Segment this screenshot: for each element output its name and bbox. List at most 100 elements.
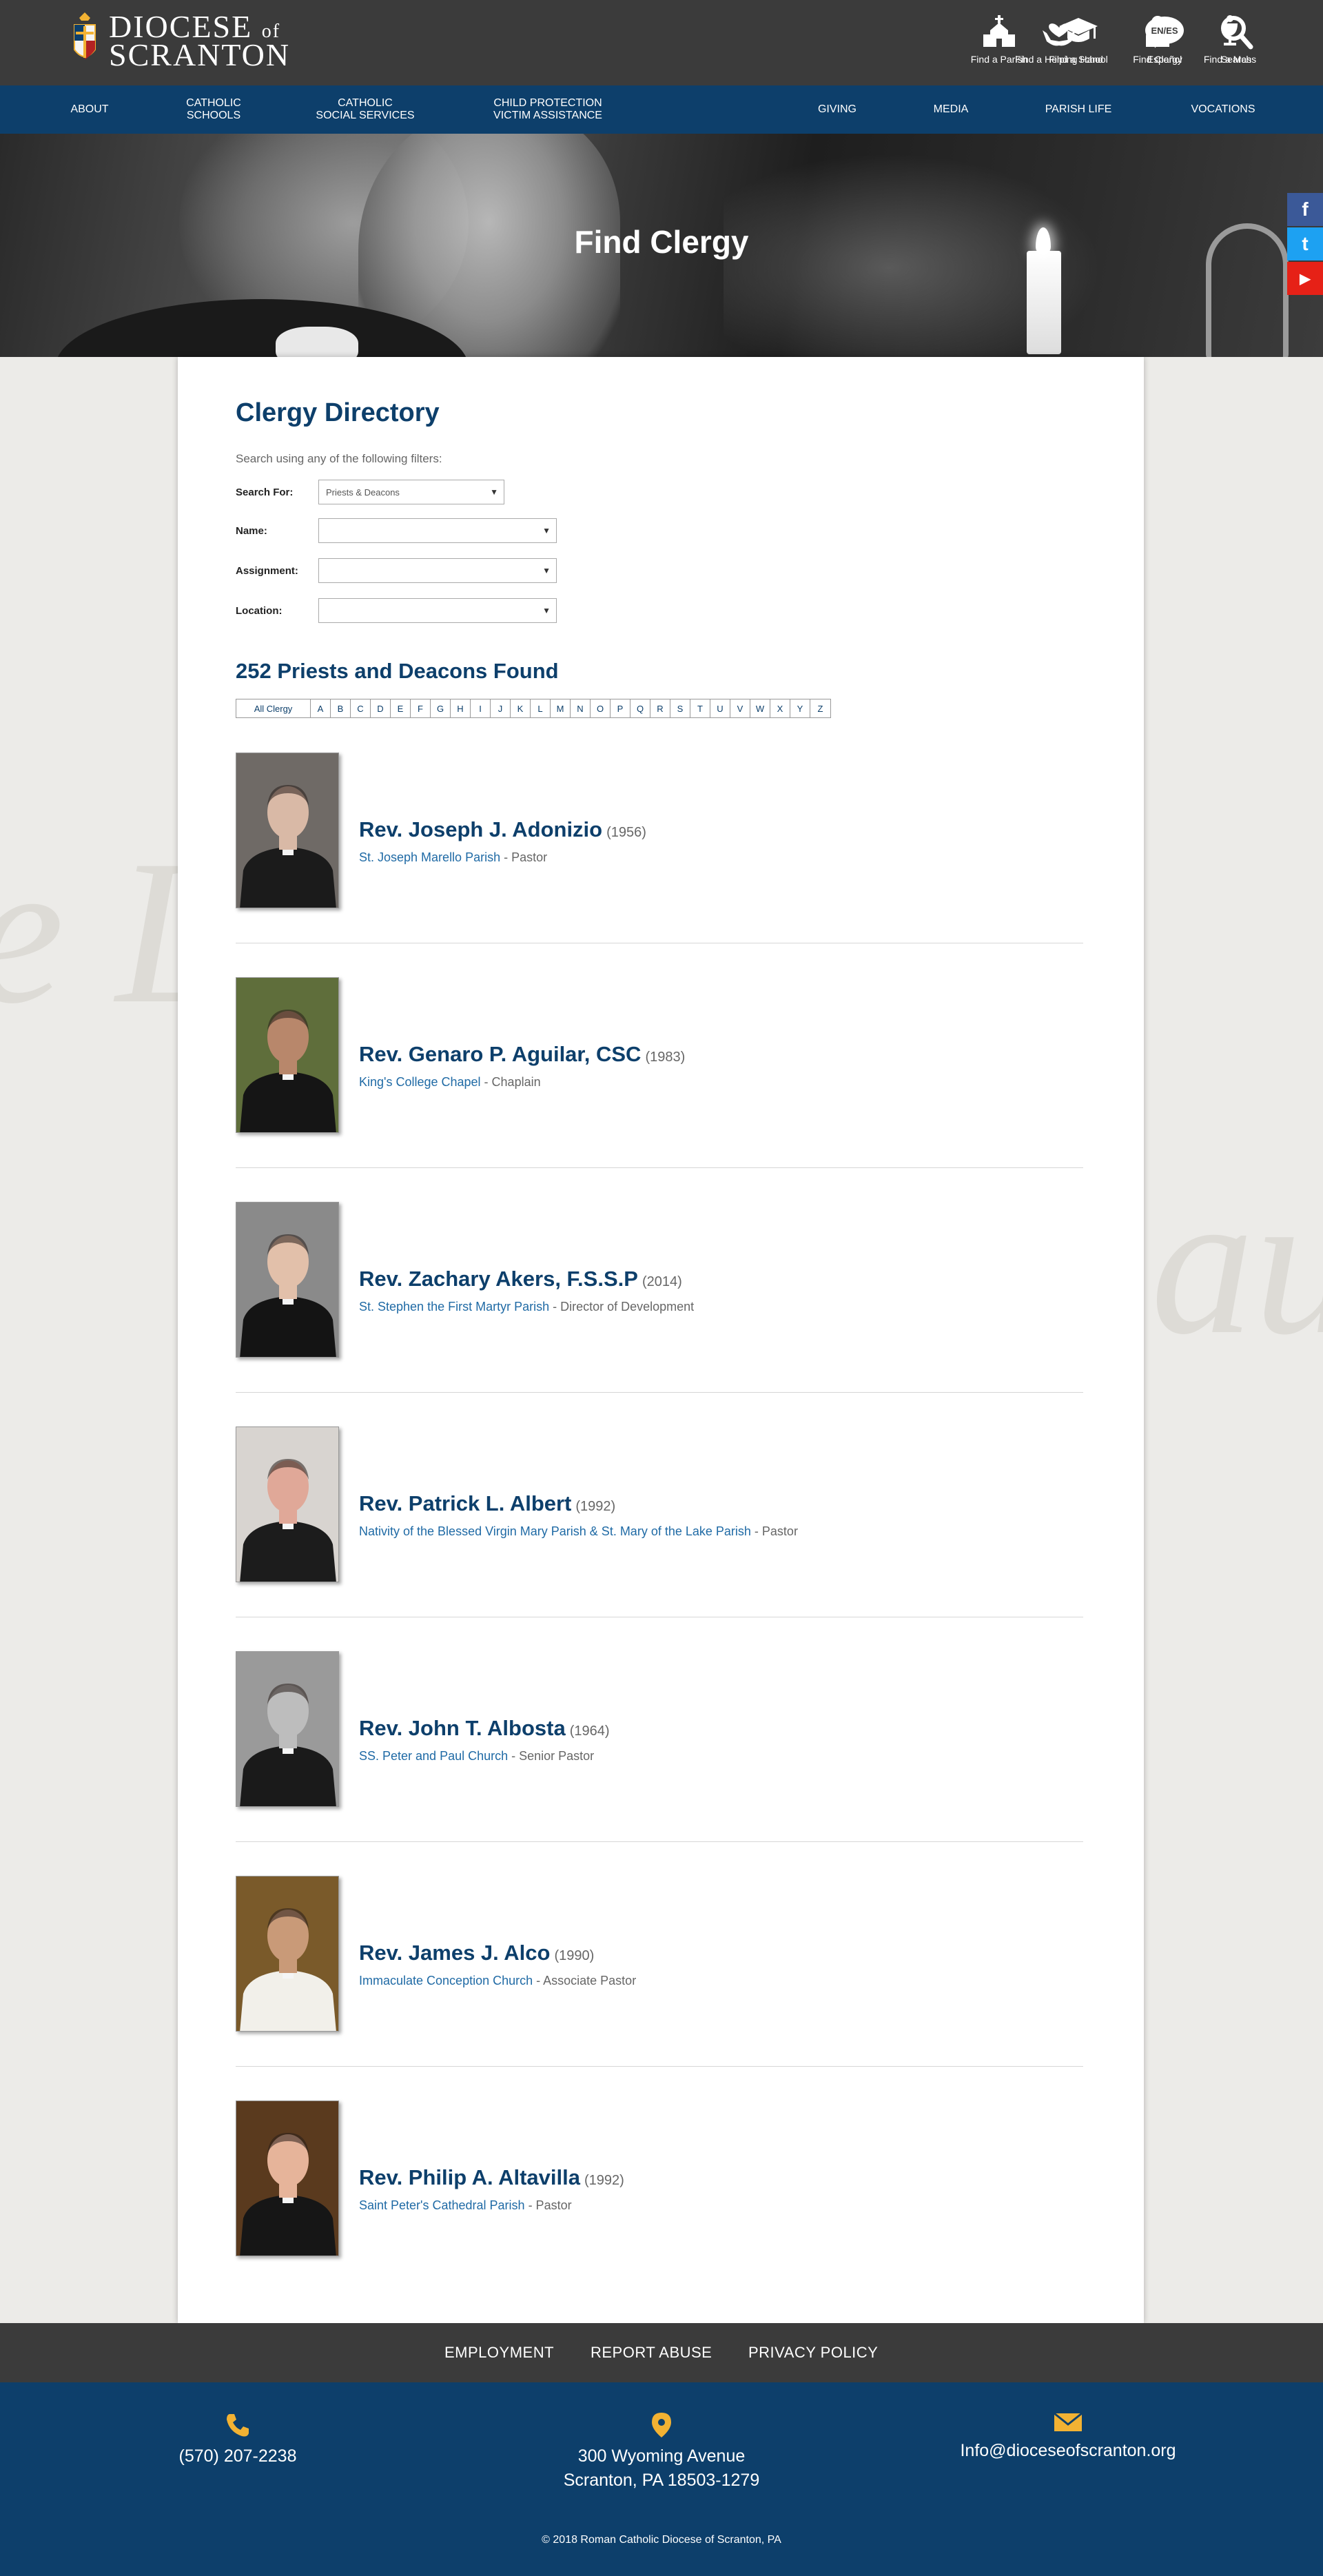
clergy-name[interactable]: Rev. Philip A. Altavilla (359, 2165, 580, 2189)
clergy-photo[interactable] (236, 1427, 339, 1582)
clergy-assignment-role: - Associate Pastor (533, 1974, 637, 1987)
alphabet-letter-q[interactable]: Q (630, 699, 650, 717)
crest-icon (74, 12, 96, 59)
clergy-assignment-place[interactable]: St. Stephen the First Martyr Parish (359, 1300, 549, 1313)
filter-name: Name: ▼ (236, 518, 557, 543)
alphabet-letter-h[interactable]: H (451, 699, 471, 717)
clergy-name[interactable]: Rev. John T. Albosta (359, 1716, 566, 1740)
youtube-glyph: ▶ (1300, 271, 1311, 287)
alphabet-all-clergy[interactable]: All Clergy (236, 699, 311, 717)
alphabet-letter-e[interactable]: E (391, 699, 411, 717)
footer-phone-number[interactable]: (570) 207-2238 (138, 2444, 338, 2468)
alphabet-letter-d[interactable]: D (371, 699, 391, 717)
clergy-assignment: King's College Chapel - Chaplain (359, 1075, 541, 1090)
logo-word-scranton: SCRANTON (109, 37, 291, 72)
clergy-name-line[interactable]: Rev. Joseph J. Adonizio (1956) (359, 817, 646, 842)
clergy-assignment-role: - Senior Pastor (508, 1749, 595, 1763)
clergy-name[interactable]: Rev. James J. Alco (359, 1941, 550, 1965)
alphabet-letter-s[interactable]: S (670, 699, 690, 717)
clergy-photo[interactable] (236, 1651, 339, 1807)
footer-link-bar: EMPLOYMENT REPORT ABUSE PRIVACY POLICY (0, 2323, 1323, 2382)
clergy-name[interactable]: Rev. Zachary Akers, F.S.S.P (359, 1267, 638, 1291)
diocese-logo[interactable]: DIOCESE of SCRANTON (68, 10, 290, 72)
entry-divider (236, 1841, 1083, 1842)
nav-media[interactable]: MEDIA (916, 85, 985, 134)
hero-banner: Find Clergy (0, 134, 1323, 357)
clergy-assignment-place[interactable]: St. Joseph Marello Parish (359, 850, 500, 864)
entry-divider (236, 1392, 1083, 1393)
clergy-ordination-year: (1956) (606, 825, 646, 840)
alphabet-letter-x[interactable]: X (770, 699, 790, 717)
nav-catholic-social-services[interactable]: CATHOLIC SOCIAL SERVICES (296, 85, 434, 134)
entry-divider (236, 1167, 1083, 1168)
chevron-down-icon: ▼ (542, 566, 551, 575)
clergy-ordination-year: (1992) (575, 1499, 616, 1514)
alphabet-letter-g[interactable]: G (431, 699, 451, 717)
alphabet-letter-k[interactable]: K (511, 699, 531, 717)
clergy-assignment-place[interactable]: Saint Peter's Cathedral Parish (359, 2198, 525, 2212)
alphabet-letter-u[interactable]: U (710, 699, 730, 717)
alphabet-letter-l[interactable]: L (531, 699, 551, 717)
footer-employment-link[interactable]: EMPLOYMENT (444, 2323, 554, 2382)
alphabet-letter-n[interactable]: N (571, 699, 591, 717)
search-for-select[interactable]: Priests & Deacons ▼ (318, 480, 504, 504)
nav-parish-life[interactable]: PARISH LIFE (1027, 85, 1130, 134)
assignment-select[interactable]: ▼ (318, 558, 557, 583)
clergy-name[interactable]: Rev. Genaro P. Aguilar, CSC (359, 1042, 641, 1066)
alphabet-letter-p[interactable]: P (611, 699, 630, 717)
nav-giving[interactable]: GIVING (799, 85, 875, 134)
name-select[interactable]: ▼ (318, 518, 557, 543)
clergy-name-line[interactable]: Rev. Patrick L. Albert (1992) (359, 1491, 615, 1516)
espanol-link[interactable]: EN/ES Español (1137, 11, 1192, 65)
youtube-icon[interactable]: ▶ (1287, 262, 1323, 295)
clergy-photo[interactable] (236, 977, 339, 1133)
alphabet-letter-b[interactable]: B (331, 699, 351, 717)
clergy-assignment-place[interactable]: SS. Peter and Paul Church (359, 1749, 508, 1763)
clergy-name-line[interactable]: Rev. Philip A. Altavilla (1992) (359, 2165, 624, 2190)
alphabet-letter-m[interactable]: M (551, 699, 571, 717)
clergy-name-line[interactable]: Rev. James J. Alco (1990) (359, 1941, 594, 1965)
clergy-assignment-place[interactable]: Nativity of the Blessed Virgin Mary Pari… (359, 1524, 751, 1538)
directory-panel: Clergy Directory Search using any of the… (178, 357, 1144, 2323)
facebook-glyph: f (1302, 198, 1309, 220)
clergy-name-line[interactable]: Rev. Genaro P. Aguilar, CSC (1983) (359, 1042, 685, 1067)
clergy-photo[interactable] (236, 2100, 339, 2256)
clergy-name[interactable]: Rev. Joseph J. Adonizio (359, 817, 602, 841)
clergy-photo[interactable] (236, 1876, 339, 2032)
footer-privacy-policy-link[interactable]: PRIVACY POLICY (748, 2323, 878, 2382)
alphabet-letter-a[interactable]: A (311, 699, 331, 717)
alphabet-letter-i[interactable]: I (471, 699, 491, 717)
clergy-photo[interactable] (236, 1202, 339, 1358)
facebook-icon[interactable]: f (1287, 193, 1323, 226)
clergy-photo[interactable] (236, 753, 339, 908)
clergy-name[interactable]: Rev. Patrick L. Albert (359, 1491, 571, 1515)
clergy-ordination-year: (2014) (642, 1274, 682, 1289)
clergy-assignment-place[interactable]: Immaculate Conception Church (359, 1974, 533, 1987)
location-select[interactable]: ▼ (318, 598, 557, 623)
alphabet-letter-f[interactable]: F (411, 699, 431, 717)
twitter-icon[interactable]: t (1287, 227, 1323, 260)
clergy-assignment-place[interactable]: King's College Chapel (359, 1075, 481, 1089)
find-helping-hand-link[interactable]: Find a Helping Hand (1004, 11, 1114, 65)
nav-about[interactable]: ABOUT (55, 85, 124, 134)
alphabet-letter-j[interactable]: J (491, 699, 511, 717)
nav-child-protection[interactable]: CHILD PROTECTION VICTIM ASSISTANCE (469, 85, 627, 134)
nav-vocations[interactable]: VOCATIONS (1171, 85, 1275, 134)
alphabet-letter-z[interactable]: Z (810, 699, 830, 717)
footer-email-address[interactable]: Info@dioceseofscranton.org (930, 2439, 1206, 2463)
alphabet-letter-y[interactable]: Y (790, 699, 810, 717)
clergy-name-line[interactable]: Rev. Zachary Akers, F.S.S.P (2014) (359, 1267, 682, 1291)
alphabet-letter-w[interactable]: W (750, 699, 770, 717)
chevron-down-icon: ▼ (490, 487, 498, 497)
footer-report-abuse-link[interactable]: REPORT ABUSE (591, 2323, 712, 2382)
alphabet-letter-v[interactable]: V (730, 699, 750, 717)
search-link[interactable]: Search (1209, 11, 1264, 65)
nav-catholic-schools[interactable]: CATHOLIC SCHOOLS (158, 85, 269, 134)
name-label: Name: (236, 524, 267, 537)
alphabet-letter-c[interactable]: C (351, 699, 371, 717)
alphabet-letter-t[interactable]: T (690, 699, 710, 717)
clergy-portrait-image (236, 1427, 338, 1582)
alphabet-letter-o[interactable]: O (591, 699, 611, 717)
clergy-name-line[interactable]: Rev. John T. Albosta (1964) (359, 1716, 610, 1741)
alphabet-letter-r[interactable]: R (650, 699, 670, 717)
